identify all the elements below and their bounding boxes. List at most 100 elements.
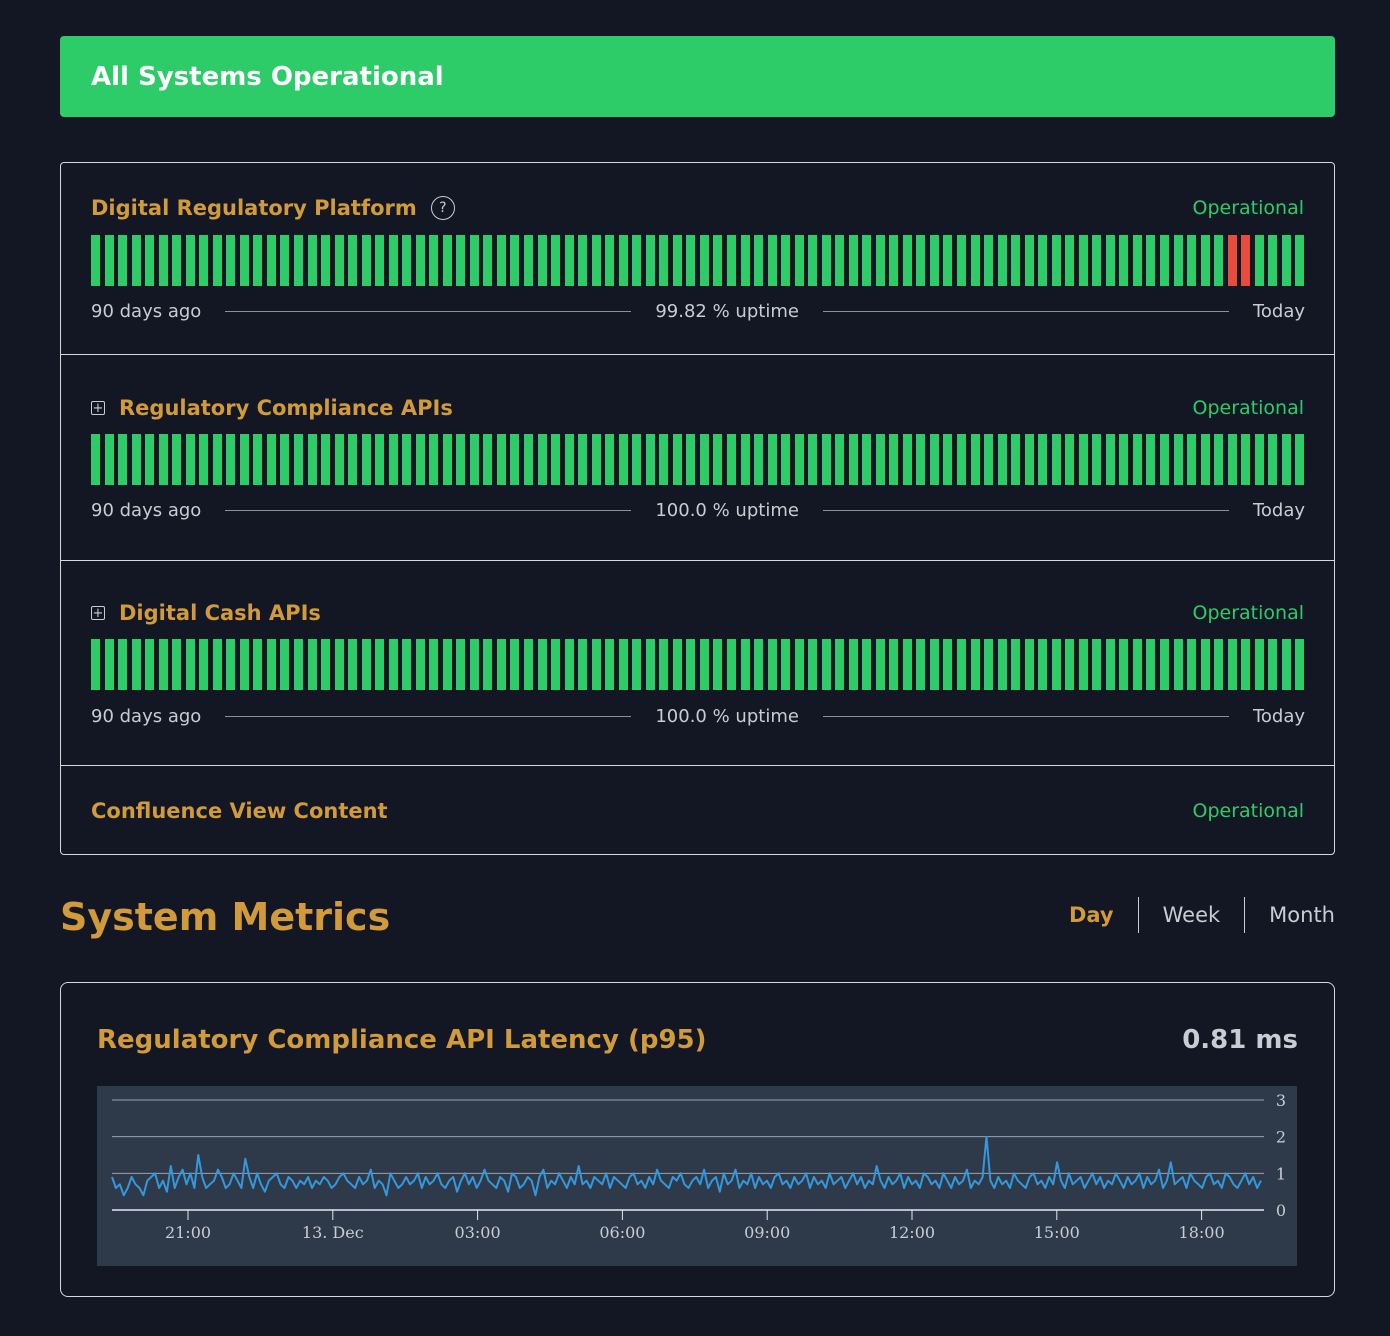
uptime-day-bar[interactable] xyxy=(916,235,926,286)
uptime-day-bar[interactable] xyxy=(672,235,682,286)
uptime-day-bar[interactable] xyxy=(591,434,601,485)
uptime-day-bar[interactable] xyxy=(402,235,412,286)
uptime-day-bar[interactable] xyxy=(1281,639,1291,690)
uptime-day-bar[interactable] xyxy=(172,434,182,485)
uptime-day-bar[interactable] xyxy=(916,639,926,690)
uptime-day-bar[interactable] xyxy=(1173,639,1183,690)
uptime-day-bar[interactable] xyxy=(199,434,209,485)
uptime-day-bar[interactable] xyxy=(672,639,682,690)
uptime-day-bar[interactable] xyxy=(781,434,791,485)
uptime-day-bar[interactable] xyxy=(266,639,276,690)
uptime-day-bar[interactable] xyxy=(632,639,642,690)
uptime-day-bar[interactable] xyxy=(929,235,939,286)
uptime-day-bar[interactable] xyxy=(618,235,628,286)
uptime-day-bar[interactable] xyxy=(1159,639,1169,690)
uptime-day-bar[interactable] xyxy=(280,434,290,485)
uptime-day-bar[interactable] xyxy=(889,639,899,690)
uptime-day-bar[interactable] xyxy=(645,639,655,690)
uptime-day-bar[interactable] xyxy=(794,434,804,485)
uptime-day-bar[interactable] xyxy=(659,639,669,690)
uptime-day-bar[interactable] xyxy=(172,639,182,690)
uptime-day-bar[interactable] xyxy=(199,235,209,286)
uptime-day-bar[interactable] xyxy=(537,639,547,690)
uptime-day-bar[interactable] xyxy=(1092,235,1102,286)
uptime-day-bar[interactable] xyxy=(794,639,804,690)
uptime-day-bar[interactable] xyxy=(699,434,709,485)
uptime-day-bar[interactable] xyxy=(740,235,750,286)
uptime-day-bar[interactable] xyxy=(1078,434,1088,485)
uptime-day-bar[interactable] xyxy=(118,235,128,286)
uptime-day-bar[interactable] xyxy=(469,235,479,286)
uptime-day-bar[interactable] xyxy=(551,639,561,690)
uptime-day-bar[interactable] xyxy=(1146,639,1156,690)
uptime-day-bar[interactable] xyxy=(1295,235,1305,286)
uptime-day-bar[interactable] xyxy=(957,434,966,485)
uptime-day-bar[interactable] xyxy=(713,235,723,286)
uptime-day-bar[interactable] xyxy=(334,639,344,690)
uptime-day-bar[interactable] xyxy=(726,434,736,485)
uptime-day-bar[interactable] xyxy=(997,639,1007,690)
uptime-day-bar[interactable] xyxy=(185,639,195,690)
uptime-day-bar[interactable] xyxy=(1024,639,1034,690)
uptime-day-bar[interactable] xyxy=(104,639,114,690)
uptime-day-bar[interactable] xyxy=(1038,434,1048,485)
uptime-day-bar[interactable] xyxy=(902,639,912,690)
uptime-day-bar[interactable] xyxy=(1200,235,1210,286)
uptime-day-bar[interactable] xyxy=(483,434,493,485)
uptime-day-bar[interactable] xyxy=(943,235,953,286)
uptime-day-bar[interactable] xyxy=(253,639,263,690)
uptime-day-bar[interactable] xyxy=(551,235,561,286)
uptime-day-bar[interactable] xyxy=(1268,639,1278,690)
uptime-day-bar[interactable] xyxy=(713,434,723,485)
uptime-day-bar[interactable] xyxy=(1051,235,1061,286)
uptime-day-bar[interactable] xyxy=(957,639,966,690)
uptime-day-bar[interactable] xyxy=(388,434,398,485)
uptime-day-bar[interactable] xyxy=(293,235,303,286)
uptime-day-bar[interactable] xyxy=(1011,434,1021,485)
uptime-day-bar[interactable] xyxy=(496,639,506,690)
uptime-day-bar[interactable] xyxy=(280,639,290,690)
uptime-day-bar[interactable] xyxy=(740,434,750,485)
uptime-day-bar[interactable] xyxy=(158,235,168,286)
uptime-day-bar[interactable] xyxy=(889,434,899,485)
uptime-day-bar[interactable] xyxy=(537,434,547,485)
uptime-day-bar[interactable] xyxy=(1214,639,1224,690)
uptime-day-bar[interactable] xyxy=(1105,235,1115,286)
uptime-day-bar[interactable] xyxy=(1254,434,1264,485)
uptime-day-bar[interactable] xyxy=(1227,639,1237,690)
uptime-day-bar[interactable] xyxy=(808,235,818,286)
uptime-day-bar[interactable] xyxy=(929,639,939,690)
uptime-day-bar[interactable] xyxy=(415,235,425,286)
uptime-day-bar[interactable] xyxy=(1214,434,1224,485)
uptime-day-bar[interactable] xyxy=(605,639,615,690)
uptime-day-bar[interactable] xyxy=(321,235,331,286)
uptime-day-bar[interactable] xyxy=(1051,639,1061,690)
uptime-day-bar[interactable] xyxy=(524,639,533,690)
uptime-day-bar[interactable] xyxy=(402,434,412,485)
uptime-day-bar[interactable] xyxy=(442,639,452,690)
uptime-day-bar[interactable] xyxy=(1254,235,1264,286)
uptime-day-bar[interactable] xyxy=(781,639,791,690)
latency-series-line[interactable] xyxy=(111,1135,1262,1197)
uptime-day-bar[interactable] xyxy=(212,434,222,485)
uptime-day-bar[interactable] xyxy=(226,639,236,690)
uptime-day-bar[interactable] xyxy=(442,235,452,286)
uptime-day-bar[interactable] xyxy=(970,434,980,485)
uptime-day-bar[interactable] xyxy=(1295,434,1305,485)
uptime-day-bar[interactable] xyxy=(1105,434,1115,485)
uptime-day-bar[interactable] xyxy=(659,434,669,485)
uptime-day-bar[interactable] xyxy=(984,235,994,286)
uptime-day-bar[interactable] xyxy=(145,235,155,286)
uptime-day-bar[interactable] xyxy=(456,434,466,485)
uptime-day-bar[interactable] xyxy=(388,235,398,286)
uptime-day-bar[interactable] xyxy=(970,639,980,690)
uptime-day-bar[interactable] xyxy=(1078,639,1088,690)
expand-plus-icon[interactable]: + xyxy=(91,606,105,620)
uptime-day-bar[interactable] xyxy=(848,235,858,286)
uptime-day-bar[interactable] xyxy=(1011,639,1021,690)
uptime-day-bar[interactable] xyxy=(699,235,709,286)
uptime-day-bar[interactable] xyxy=(1146,235,1156,286)
uptime-day-bar[interactable] xyxy=(1187,639,1197,690)
uptime-day-bar[interactable] xyxy=(618,639,628,690)
uptime-day-bar[interactable] xyxy=(808,434,818,485)
